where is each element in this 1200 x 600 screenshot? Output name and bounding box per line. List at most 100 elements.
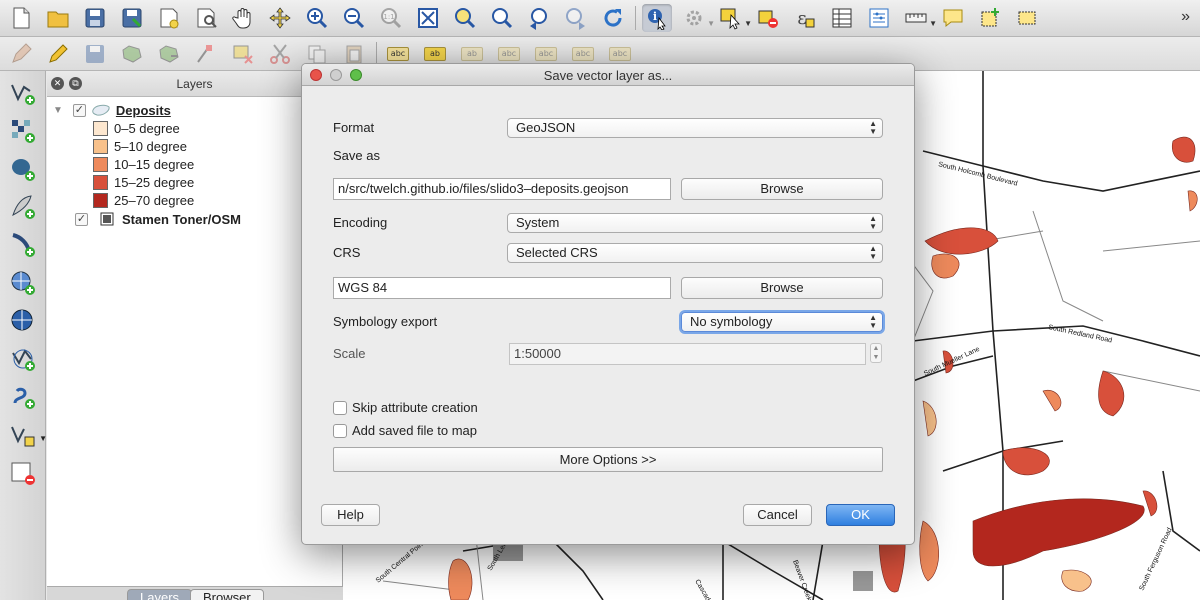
add-mssql-layer-icon[interactable] <box>7 229 39 261</box>
pan-icon[interactable] <box>228 4 258 32</box>
zoom-to-selection-icon[interactable] <box>450 4 480 32</box>
legend-label: 0–5 degree <box>114 120 180 136</box>
add-postgis-layer-icon[interactable] <box>7 153 39 185</box>
pencil-icon[interactable] <box>43 40 73 68</box>
new-print-composer-icon[interactable] <box>154 4 184 32</box>
ok-button[interactable]: OK <box>826 504 895 526</box>
save-vector-layer-dialog: Save vector layer as... Format GeoJSON ▲… <box>301 63 915 545</box>
encoding-select[interactable]: System ▲ ▼ <box>507 213 883 233</box>
browse-file-button[interactable]: Browse <box>681 178 883 200</box>
add-feature-icon[interactable] <box>117 40 147 68</box>
polygon-layer-icon <box>92 104 110 116</box>
cancel-button[interactable]: Cancel <box>743 504 812 526</box>
new-bookmark-icon[interactable] <box>975 4 1005 32</box>
dialog-titlebar: Save vector layer as... <box>302 64 914 86</box>
open-project-icon[interactable] <box>43 4 73 32</box>
legend-label: 25–70 degree <box>114 192 195 208</box>
measure-icon[interactable]: ▼ <box>901 4 937 32</box>
road-label: Cascade <box>693 579 713 600</box>
help-button[interactable]: Help <box>321 504 380 526</box>
scale-spinner[interactable]: ▲ ▼ <box>870 343 882 363</box>
pan-to-selection-icon[interactable] <box>265 4 295 32</box>
add-wms-layer-icon[interactable] <box>7 267 39 299</box>
zoom-out-icon[interactable] <box>339 4 369 32</box>
deselect-icon[interactable] <box>753 4 783 32</box>
select-feature-icon[interactable]: ▼ <box>716 4 752 32</box>
format-value: GeoJSON <box>516 120 576 135</box>
delete-selected-icon[interactable] <box>228 40 258 68</box>
layer-group-deposits[interactable]: ▼ ✓ Deposits <box>53 101 171 119</box>
tab-layers[interactable]: Layers <box>127 589 193 600</box>
layer-visibility-checkbox[interactable]: ✓ <box>75 212 88 226</box>
new-shapefile-icon[interactable]: ▼ <box>7 419 47 451</box>
refresh-icon[interactable] <box>598 4 628 32</box>
layer-basemap[interactable]: ✓ Stamen Toner/OSM <box>75 210 241 228</box>
skip-attribute-checkbox[interactable] <box>333 401 347 415</box>
crs-value: Selected CRS <box>516 245 598 260</box>
layers-panel-header: ✕ ⧉ Layers <box>47 71 342 97</box>
save-as-path-input[interactable]: n/src/twelch.github.io/files/slido3–depo… <box>333 178 671 200</box>
action-icon[interactable]: ▼ <box>679 4 715 32</box>
statistics-icon[interactable] <box>864 4 894 32</box>
move-feature-icon[interactable] <box>154 40 184 68</box>
identify-icon[interactable]: i <box>642 4 672 32</box>
annotation-icon[interactable] <box>938 4 968 32</box>
skip-attribute-label: Skip attribute creation <box>352 400 478 415</box>
more-options-button[interactable]: More Options >> <box>333 447 883 472</box>
save-as-label: Save as <box>333 148 380 163</box>
add-spatialite-layer-icon[interactable] <box>7 191 39 223</box>
legend-item: 10–15 degree <box>93 155 194 173</box>
scale-input[interactable]: 1:50000 <box>509 343 866 365</box>
node-tool-icon[interactable] <box>191 40 221 68</box>
save-as-icon[interactable] <box>117 4 147 32</box>
select-arrows-icon: ▲ ▼ <box>869 214 877 231</box>
composer-manager-icon[interactable] <box>191 4 221 32</box>
attribute-table-icon[interactable] <box>827 4 857 32</box>
symbology-export-select[interactable]: No symbology ▲ ▼ <box>681 312 883 332</box>
svg-text:i: i <box>653 10 657 23</box>
show-bookmarks-icon[interactable] <box>1012 4 1042 32</box>
add-delimited-text-icon[interactable] <box>7 381 39 413</box>
symbology-export-label: Symbology export <box>333 314 438 329</box>
remove-layer-icon[interactable] <box>7 457 39 489</box>
encoding-label: Encoding <box>333 215 388 230</box>
layers-panel-title: Layers <box>176 77 213 91</box>
legend-swatch <box>93 138 108 154</box>
format-label: Format <box>333 120 375 135</box>
layers-panel: ✕ ⧉ Layers ▼ ✓ Deposits 0–5 degree 5–10 … <box>47 71 343 600</box>
cut-features-icon[interactable] <box>265 40 295 68</box>
toggle-editing-icon[interactable] <box>6 40 36 68</box>
toolbar-overflow-icon[interactable]: » <box>1181 8 1190 26</box>
crs-name-input[interactable]: WGS 84 <box>333 277 671 299</box>
legend-swatch <box>93 156 108 172</box>
legend-item: 25–70 degree <box>93 191 194 209</box>
save-project-icon[interactable] <box>80 4 110 32</box>
zoom-native-icon[interactable]: 1:1 <box>376 4 406 32</box>
add-vector-layer-icon[interactable] <box>7 77 39 109</box>
scale-label: Scale <box>333 346 366 361</box>
add-layer-toolbar: ▼ <box>0 71 47 600</box>
crs-select[interactable]: Selected CRS ▲ ▼ <box>507 243 883 263</box>
zoom-to-layer-icon[interactable] <box>487 4 517 32</box>
legend-swatch <box>93 192 108 208</box>
add-to-map-checkbox[interactable] <box>333 424 347 438</box>
add-wcs-layer-icon[interactable] <box>7 305 39 337</box>
collapse-arrow-icon[interactable]: ▼ <box>53 105 63 116</box>
select-arrows-icon: ▲ ▼ <box>869 313 877 330</box>
new-project-icon[interactable] <box>6 4 36 32</box>
zoom-full-icon[interactable] <box>413 4 443 32</box>
zoom-last-icon[interactable] <box>524 4 554 32</box>
legend-item: 15–25 degree <box>93 173 194 191</box>
layer-visibility-checkbox[interactable]: ✓ <box>72 103 86 117</box>
format-select[interactable]: GeoJSON ▲ ▼ <box>507 118 883 138</box>
zoom-in-icon[interactable] <box>302 4 332 32</box>
zoom-next-icon[interactable] <box>561 4 591 32</box>
main-toolbar: 1:1 i ▼ ▼ ε ▼ » <box>0 0 1200 37</box>
add-wfs-layer-icon[interactable] <box>7 343 39 375</box>
save-edits-icon[interactable] <box>80 40 110 68</box>
tab-browser[interactable]: Browser <box>190 589 264 600</box>
legend-item: 5–10 degree <box>93 137 187 155</box>
field-calculator-icon[interactable]: ε <box>790 4 820 32</box>
browse-crs-button[interactable]: Browse <box>681 277 883 299</box>
add-raster-layer-icon[interactable] <box>7 115 39 147</box>
